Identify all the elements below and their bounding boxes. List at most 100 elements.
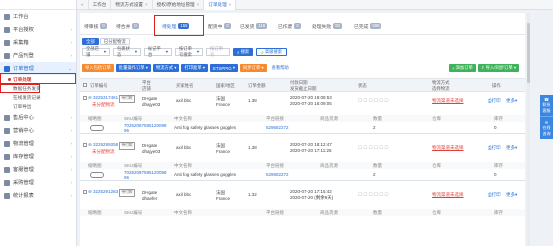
chevron-right-icon: › [70,128,73,133]
nav-collect-box[interactable]: 采集箱 › [0,36,76,49]
order-number-link[interactable]: 3225295058 [93,142,118,147]
nav-reports[interactable]: 统计报表 › [0,189,76,202]
search-icon: ⌕ [237,49,240,55]
tab-workbench[interactable]: 工作台 [89,0,112,10]
mark-platform-select[interactable]: 标记平台 ▾ [144,46,172,57]
store-select[interactable]: 全部店铺 ▾ [82,46,110,57]
print-link[interactable]: ⎙打印 [488,145,501,151]
column-header: 买家姓名 [176,83,194,88]
sku-link[interactable]: 70262087595120098 [124,170,167,176]
product-thumbnail[interactable] [90,125,104,131]
product-name: Anti fog safety glasses goggles [174,172,237,177]
tab-order-processing[interactable]: 订单处理 × [204,0,237,10]
advanced-search-button[interactable]: ⌕ 高级搜索 [256,48,287,56]
count-badge: 50 [333,23,342,29]
package-status-select[interactable]: 包裹状态 ▾ [113,46,141,57]
print-label-button[interactable]: 打印面单 ▾ [181,64,209,72]
nav-workbench[interactable]: 工作台 [0,10,76,23]
nav-after-sales[interactable]: 售后中心 › [0,111,76,124]
scrollbar-thumb[interactable] [527,23,530,83]
close-icon[interactable]: × [197,2,200,7]
product-thumbnail[interactable] [90,172,104,178]
logistics-unassigned-label: 未分配物流 [92,102,115,107]
status-tab-picking[interactable]: 配货中 0 [208,21,231,31]
select-logistics-link[interactable]: 物流渠道未选择 [432,145,464,151]
tab-logistics-settings[interactable]: 物流方式设置 × [111,0,153,10]
floating-contact-panel: ☎ 联系 客服 ✉ 在线 咨询 [540,95,553,139]
column-header: 中文名称 [174,115,192,121]
status-tab-pending-review[interactable]: 待审核 0 [84,21,107,31]
filter-assigned-button[interactable]: 已分配物流 [99,38,130,45]
expand-icon[interactable]: ⊖ [88,189,92,194]
status-tab-shipped[interactable]: 已发货 118 [240,21,268,31]
sku-link-cont[interactable]: 96 [124,128,129,134]
more-link[interactable]: 更多▾ [506,145,517,151]
nav-label: 产品刊登 [13,53,34,59]
subnav-online-ship-records[interactable]: 在线发货记录 [0,93,76,102]
sku-link-cont[interactable]: 96 [124,175,129,181]
expand-icon[interactable]: ⊖ [88,95,92,100]
search-input[interactable]: 按订单号 [206,46,230,57]
more-link[interactable]: 更多▾ [506,98,517,104]
sku-link[interactable]: 70262087595120098 [124,123,167,129]
status-tab-failed[interactable]: 处理失败 50 [312,21,342,31]
status-tab-completed[interactable]: 已完成 598 [354,21,382,31]
sync-orders-button[interactable]: 同步订单 ▾ [240,64,267,72]
nav-product-publish[interactable]: 产品刊登 › [0,49,76,62]
status-tab-voided[interactable]: 已作废 0 [278,21,301,31]
select-logistics-link[interactable]: 物流渠道未选择 [432,98,464,104]
contact-service-button[interactable]: ☎ 联系 客服 [540,95,553,117]
logistics-method-button[interactable]: 物流方式 ▾ [152,64,180,72]
row-checkbox[interactable] [83,96,87,100]
tab-menu-toggle[interactable]: « [77,0,89,10]
vertical-scrollbar[interactable] [527,13,530,246]
status-tab-label: 待审核 [84,24,99,30]
count-badge: 0 [100,23,107,29]
nav-inventory[interactable]: 库存管理 › [0,150,76,163]
tab-auth-address[interactable]: 授权/原始地址管理 × [153,0,205,10]
status-tab-pending-merge[interactable]: 待合并 0 [116,21,139,31]
ship-deadline: 2020-07-20 17:11:26 [290,148,332,153]
row-checkbox[interactable] [83,190,87,194]
nav-logistics[interactable]: 物流管理 › [0,137,76,150]
button-label: 同步订单 [243,65,261,70]
import-sync-button[interactable]: ⇪ 导入/同步订单 ▾ [477,64,519,72]
order-number-link[interactable]: 3225291283 [93,189,118,194]
nav-purchasing[interactable]: 采购管理 › [0,176,76,189]
nav-marketing[interactable]: 营销中心 › [0,124,76,137]
help-link[interactable]: 查看帮助 [269,64,292,72]
select-logistics-link[interactable]: 物流渠道未选择 [432,192,464,198]
online-consult-button[interactable]: ✉ 在线 咨询 [540,117,553,139]
print-link[interactable]: ⎙打印 [488,98,501,104]
print-link[interactable]: ⎙打印 [488,192,501,198]
nav-customer-service[interactable]: 客服管理 › [0,163,76,176]
add-order-button[interactable]: + 添加订单 [448,64,476,72]
more-link[interactable]: 更多▾ [506,192,517,198]
search-button[interactable]: ⌕ 搜索 [233,48,254,56]
platform-link[interactable]: 529682272 [266,172,289,178]
nav-label: 订单管理 [13,66,34,72]
order-number-link[interactable]: 3225317461 [93,95,118,100]
bulk-operate-button[interactable]: 批量操作订单 ▾ [115,64,151,72]
etsppig-button[interactable]: ETSPPIG ▾ [210,64,238,72]
nav-label: 客服管理 [13,167,34,173]
nav-platform-auth[interactable]: 平台授权 › [0,23,76,36]
home-icon [4,13,10,20]
button-label: ETSPPIG [213,65,232,71]
expand-icon[interactable]: ⊖ [88,142,92,147]
row-checkbox[interactable] [83,143,87,147]
search-type-select[interactable]: 按订单号搜索 ▾ [175,46,203,57]
cart-icon [4,179,10,186]
column-header: 中文名称 [174,162,192,168]
filter-all-button[interactable]: 全部 [82,38,99,45]
close-icon[interactable]: × [229,2,232,7]
platform-link[interactable]: 529682272 [266,125,289,131]
subnav-order-export[interactable]: 订单导出 [0,102,76,111]
select-all-checkbox[interactable] [83,83,87,87]
close-icon[interactable]: × [145,2,148,7]
order-amount: 1.32 [248,192,257,197]
import-orders-button[interactable]: 导入包括订单 [82,64,114,72]
right-actions: + 添加订单 ⇪ 导入/同步订单 ▾ [448,64,519,72]
count-badge: 0 [132,23,139,29]
chevron-right-icon: › [70,193,73,198]
